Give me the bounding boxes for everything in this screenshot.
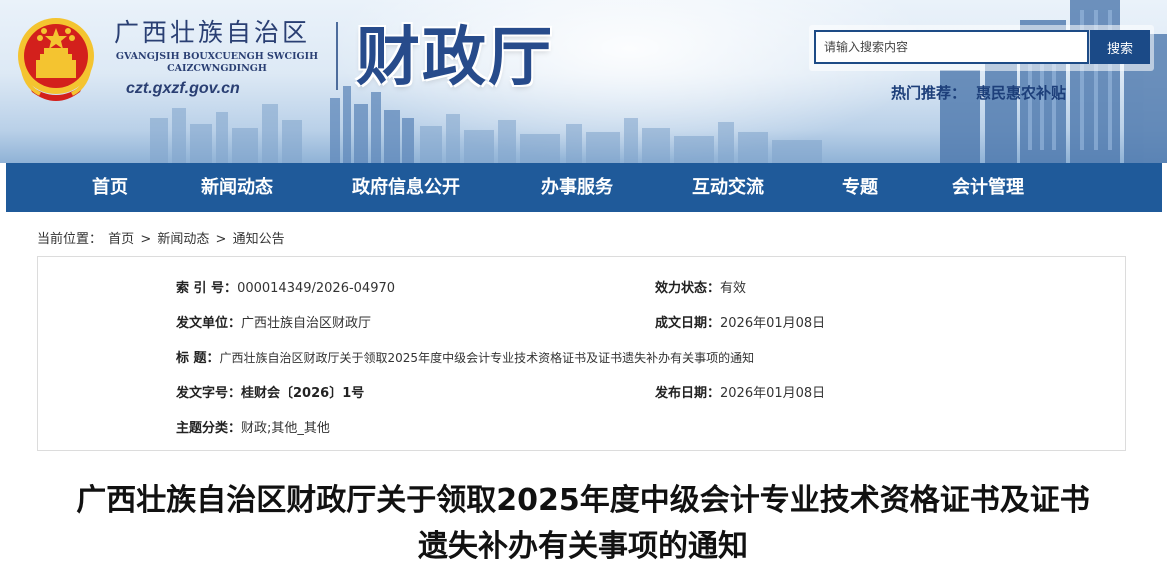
- field-index-no: 索 引 号：000014349/2026-04970: [176, 277, 395, 296]
- nav-item-news[interactable]: 新闻动态: [201, 163, 273, 212]
- field-value: 桂财会〔2026〕1号: [241, 386, 365, 401]
- field-category: 主题分类：财政;其他_其他: [176, 417, 330, 436]
- field-label: 标 题：: [176, 351, 220, 366]
- breadcrumb-separator: >: [215, 232, 227, 247]
- field-label: 索 引 号：: [176, 281, 238, 296]
- field-label: 成文日期：: [655, 316, 721, 331]
- field-value: 2026年01月08日: [720, 316, 826, 331]
- site-header: 广西壮族自治区 GVANGJSIH BOUXCUENGH SWCIGIH CAI…: [0, 0, 1167, 163]
- department-title: 财政厅: [356, 20, 554, 95]
- field-status: 效力状态：有效: [655, 277, 746, 296]
- main-navigation-bar: 首页 新闻动态 政府信息公开 办事服务 互动交流 专题 会计管理: [6, 163, 1162, 212]
- article-title-line1: 广西壮族自治区财政厅关于领取2025年度中级会计专业技术资格证书及证书: [76, 483, 1090, 518]
- field-title: 标 题：广西壮族自治区财政厅关于领取2025年度中级会计专业技术资格证书及证书遗…: [176, 347, 754, 366]
- region-name-en-line2: CAIZCWNGDINGH: [167, 63, 267, 74]
- field-value: 广西壮族自治区财政厅: [241, 316, 372, 331]
- field-issuer: 发文单位：广西壮族自治区财政厅: [176, 312, 371, 331]
- hot-recommend-label: 热门推荐：: [891, 84, 967, 102]
- field-label: 效力状态：: [655, 281, 721, 296]
- region-name-en-line1: GVANGJSIH BOUXCUENGH SWCIGIH: [115, 51, 319, 62]
- nav-item-topics[interactable]: 专题: [842, 163, 878, 212]
- nav-item-gov-info[interactable]: 政府信息公开: [352, 163, 460, 212]
- breadcrumb: 当前位置： 首页 > 新闻动态 > 通知公告: [37, 228, 287, 247]
- main-navigation: 首页 新闻动态 政府信息公开 办事服务 互动交流 专题 会计管理: [0, 163, 1167, 213]
- national-emblem-icon: [18, 18, 94, 101]
- breadcrumb-item-notices[interactable]: 通知公告: [233, 232, 285, 247]
- document-info-table: 索 引 号：000014349/2026-04970 效力状态：有效 发文单位：…: [37, 256, 1126, 451]
- region-name-en: GVANGJSIH BOUXCUENGH SWCIGIH CAIZCWNGDIN…: [112, 51, 322, 75]
- field-created-date: 成文日期：2026年01月08日: [655, 312, 825, 331]
- field-value: 广西壮族自治区财政厅关于领取2025年度中级会计专业技术资格证书及证书遗失补办有…: [219, 351, 755, 365]
- field-doc-number: 发文字号：桂财会〔2026〕1号: [176, 382, 364, 401]
- field-label: 发布日期：: [655, 386, 721, 401]
- article-title: 广西壮族自治区财政厅关于领取2025年度中级会计专业技术资格证书及证书 遗失补办…: [33, 478, 1133, 570]
- breadcrumb-item-news[interactable]: 新闻动态: [157, 232, 209, 247]
- nav-item-accounting[interactable]: 会计管理: [952, 163, 1024, 212]
- nav-item-interaction[interactable]: 互动交流: [692, 163, 764, 212]
- header-divider: [336, 22, 338, 90]
- site-url[interactable]: czt.gxzf.gov.cn: [126, 80, 240, 98]
- nav-item-services[interactable]: 办事服务: [541, 163, 613, 212]
- search-input[interactable]: [814, 30, 1089, 64]
- hot-recommend-link[interactable]: 惠民惠农补贴: [976, 82, 1066, 103]
- field-value: 000014349/2026-04970: [237, 281, 396, 296]
- field-value: 2026年01月08日: [720, 386, 826, 401]
- field-label: 主题分类：: [176, 421, 242, 436]
- field-value: 财政;其他_其他: [241, 421, 330, 436]
- breadcrumb-prefix: 当前位置：: [37, 232, 103, 247]
- field-label: 发文字号：: [176, 386, 242, 401]
- field-value: 有效: [720, 281, 747, 296]
- field-label: 发文单位：: [176, 316, 242, 331]
- field-published-date: 发布日期：2026年01月08日: [655, 382, 825, 401]
- article-title-line2: 遗失补办有关事项的通知: [418, 529, 748, 564]
- breadcrumb-separator: >: [140, 232, 152, 247]
- nav-item-home[interactable]: 首页: [92, 163, 128, 212]
- search-button[interactable]: 搜索: [1090, 30, 1150, 64]
- region-name-cn: 广西壮族自治区: [114, 18, 311, 47]
- breadcrumb-item-home[interactable]: 首页: [108, 232, 134, 247]
